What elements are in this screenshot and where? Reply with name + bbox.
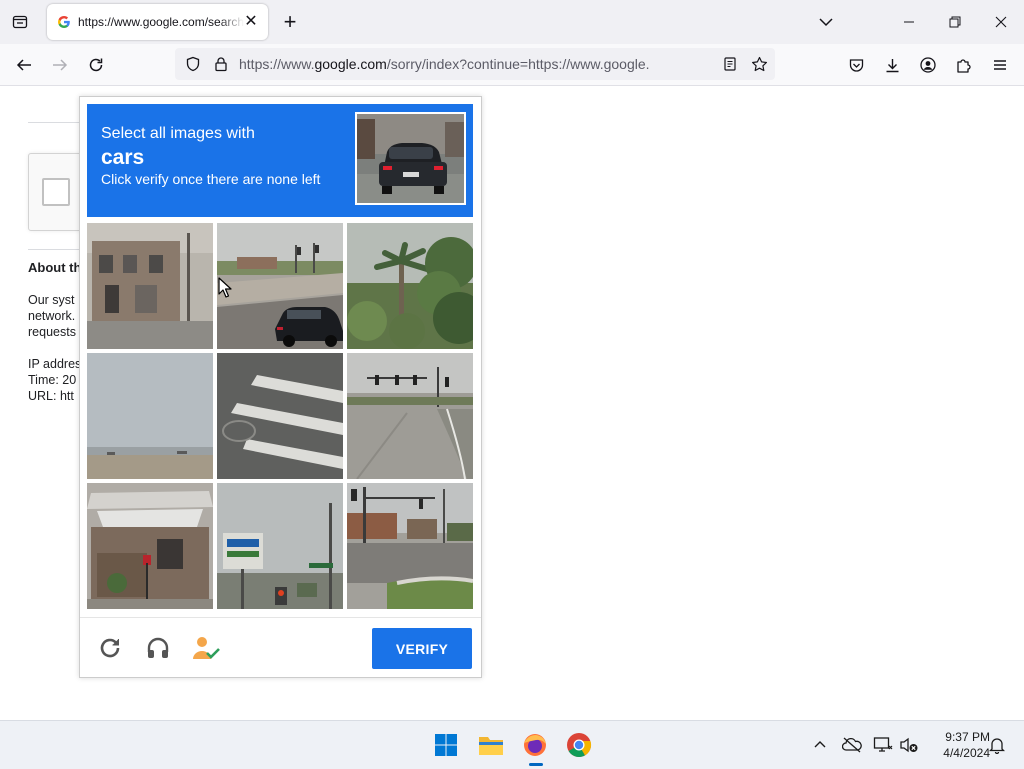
verify-button[interactable]: VERIFY bbox=[372, 628, 472, 669]
tile-intersection[interactable] bbox=[347, 483, 473, 609]
url-path: /sorry/index?continue=https://www.google… bbox=[386, 56, 649, 72]
clock-date: 4/4/2024 bbox=[943, 746, 990, 760]
audio-challenge-headphones-icon[interactable] bbox=[143, 633, 173, 663]
challenge-footer: VERIFY bbox=[80, 617, 481, 678]
url-prefix: https://www. bbox=[239, 56, 315, 72]
extensions-icon[interactable] bbox=[952, 53, 976, 77]
about-text: Our syst network. requests bbox=[28, 293, 76, 339]
tile-building[interactable] bbox=[87, 223, 213, 349]
tile-palm-trees[interactable] bbox=[347, 223, 473, 349]
downloads-icon[interactable] bbox=[880, 53, 904, 77]
challenge-header: Select all images with cars Click verify… bbox=[87, 104, 473, 217]
tab-bar: https://www.google.com/search?q= ✕ + bbox=[0, 0, 1024, 44]
notification-bell-icon[interactable] bbox=[987, 735, 1007, 755]
account-icon[interactable] bbox=[916, 53, 940, 77]
recaptcha-challenge-popup: Select all images with cars Click verify… bbox=[79, 96, 482, 678]
about-heading: About th bbox=[28, 260, 82, 275]
bookmark-star-icon[interactable] bbox=[750, 55, 768, 73]
navigation-toolbar: https://www.google.com/sorry/index?conti… bbox=[0, 44, 1024, 86]
windows-start-icon[interactable] bbox=[430, 729, 462, 761]
restore-icon[interactable] bbox=[943, 10, 967, 34]
firefox-view-icon[interactable] bbox=[8, 10, 32, 34]
help-user-check-icon[interactable] bbox=[191, 633, 221, 663]
tile-street-car[interactable] bbox=[217, 223, 343, 349]
hamburger-menu-icon[interactable] bbox=[988, 53, 1012, 77]
mouse-cursor-icon bbox=[218, 277, 232, 304]
pocket-icon[interactable] bbox=[844, 53, 868, 77]
file-explorer-icon[interactable] bbox=[475, 729, 507, 761]
network-icon[interactable] bbox=[873, 735, 893, 755]
recaptcha-checkbox[interactable] bbox=[42, 178, 70, 206]
tab-title: https://www.google.com/search?q= bbox=[78, 15, 244, 29]
sample-car-image bbox=[355, 112, 466, 205]
shield-icon[interactable] bbox=[184, 55, 202, 73]
system-clock[interactable]: 9:37 PM 4/4/2024 bbox=[922, 729, 990, 761]
url-text[interactable]: https://www.google.com/sorry/index?conti… bbox=[239, 56, 649, 72]
tile-stone-house[interactable] bbox=[87, 483, 213, 609]
clock-time: 9:37 PM bbox=[945, 730, 990, 744]
close-tab-icon[interactable]: ✕ bbox=[242, 13, 260, 31]
instruction-line: Select all images with bbox=[101, 125, 255, 142]
image-grid bbox=[87, 223, 473, 609]
target-object: cars bbox=[101, 146, 145, 169]
tile-crosswalk[interactable] bbox=[217, 353, 343, 479]
onedrive-offline-icon[interactable] bbox=[842, 735, 862, 755]
tile-sky-horizon[interactable] bbox=[87, 353, 213, 479]
close-window-icon[interactable] bbox=[989, 10, 1013, 34]
new-tab-icon[interactable]: + bbox=[280, 11, 300, 33]
browser-tab[interactable]: https://www.google.com/search?q= ✕ bbox=[47, 4, 268, 40]
google-favicon-icon bbox=[57, 15, 71, 29]
instruction-subline: Click verify once there are none left bbox=[101, 171, 321, 187]
forward-arrow-icon[interactable] bbox=[48, 53, 72, 77]
tile-street-signs[interactable] bbox=[217, 483, 343, 609]
url-domain: google.com bbox=[314, 56, 387, 72]
reload-challenge-icon[interactable] bbox=[95, 633, 125, 663]
minimize-icon[interactable] bbox=[897, 10, 921, 34]
active-app-indicator bbox=[529, 763, 543, 766]
reader-view-icon[interactable] bbox=[721, 55, 739, 73]
volume-muted-icon[interactable] bbox=[899, 735, 919, 755]
firefox-icon[interactable] bbox=[519, 729, 551, 761]
chevron-down-icon[interactable] bbox=[816, 12, 836, 32]
tile-road-traffic-lights[interactable] bbox=[347, 353, 473, 479]
back-arrow-icon[interactable] bbox=[12, 53, 36, 77]
chrome-icon[interactable] bbox=[563, 729, 595, 761]
lock-icon[interactable] bbox=[212, 55, 230, 73]
chevron-up-icon[interactable] bbox=[810, 735, 830, 755]
address-bar[interactable]: https://www.google.com/sorry/index?conti… bbox=[175, 48, 775, 80]
reload-icon[interactable] bbox=[84, 53, 108, 77]
windows-taskbar: 9:37 PM 4/4/2024 bbox=[0, 720, 1024, 769]
request-info-text: IP addres Time: 20 URL: htt bbox=[28, 357, 82, 403]
